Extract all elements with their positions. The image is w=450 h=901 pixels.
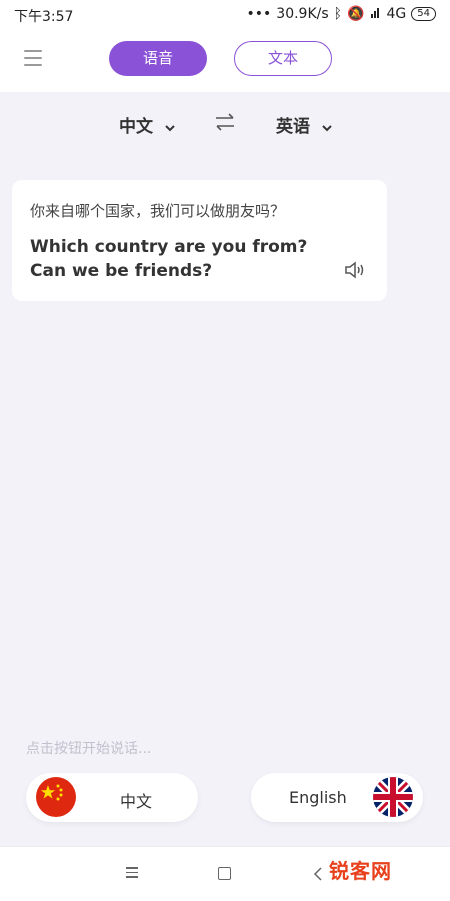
swap-languages-icon[interactable] — [214, 112, 236, 132]
tab-voice[interactable]: 语音 — [109, 41, 207, 76]
watermark-logo: 锐客网 — [329, 859, 392, 883]
tab-text[interactable]: 文本 — [234, 41, 332, 76]
chinese-button-label: 中文 — [120, 792, 153, 811]
mute-bell-icon: 🔕 — [347, 6, 365, 22]
more-dots-icon: ••• — [246, 6, 272, 22]
status-time: 下午3:57 — [14, 9, 74, 25]
target-language-label: 英语 — [276, 117, 310, 137]
chevron-down-icon — [165, 117, 175, 137]
home-icon[interactable] — [218, 867, 231, 880]
speaker-icon[interactable] — [344, 261, 366, 279]
speak-hint: 点击按钮开始说话... — [26, 741, 152, 757]
target-language-dropdown[interactable]: 英语 — [276, 112, 332, 137]
header: 语音 文本 — [0, 30, 450, 92]
english-speak-button[interactable]: English — [251, 773, 423, 822]
back-icon[interactable] — [313, 866, 323, 881]
battery-icon: 54 — [411, 7, 436, 21]
english-button-label: English — [289, 788, 347, 807]
bluetooth-icon: ᛒ — [333, 6, 343, 22]
chevron-down-icon — [322, 117, 332, 137]
china-flag-icon — [36, 777, 76, 817]
status-indicators: ••• 30.9K/s ᛒ 🔕 4G 54 — [246, 6, 436, 22]
signal-icon — [370, 6, 382, 22]
status-bar: 下午3:57 ••• 30.9K/s ᛒ 🔕 4G 54 — [0, 0, 450, 30]
translation-card: 你来自哪个国家，我们可以做朋友吗？ Which country are you … — [12, 180, 387, 301]
translated-text: Which country are you from? Can we be fr… — [30, 237, 308, 281]
recent-apps-icon[interactable] — [126, 867, 138, 879]
uk-flag-icon — [373, 777, 413, 817]
net-speed: 30.9K/s — [276, 6, 329, 22]
source-text: 你来自哪个国家，我们可以做朋友吗？ — [30, 202, 286, 220]
language-selector: 中文 英语 — [0, 92, 450, 156]
chinese-speak-button[interactable]: 中文 — [26, 773, 198, 822]
source-language-label: 中文 — [119, 117, 153, 137]
source-language-dropdown[interactable]: 中文 — [119, 112, 175, 137]
menu-icon[interactable] — [24, 50, 42, 68]
network-type: 4G — [386, 6, 407, 22]
